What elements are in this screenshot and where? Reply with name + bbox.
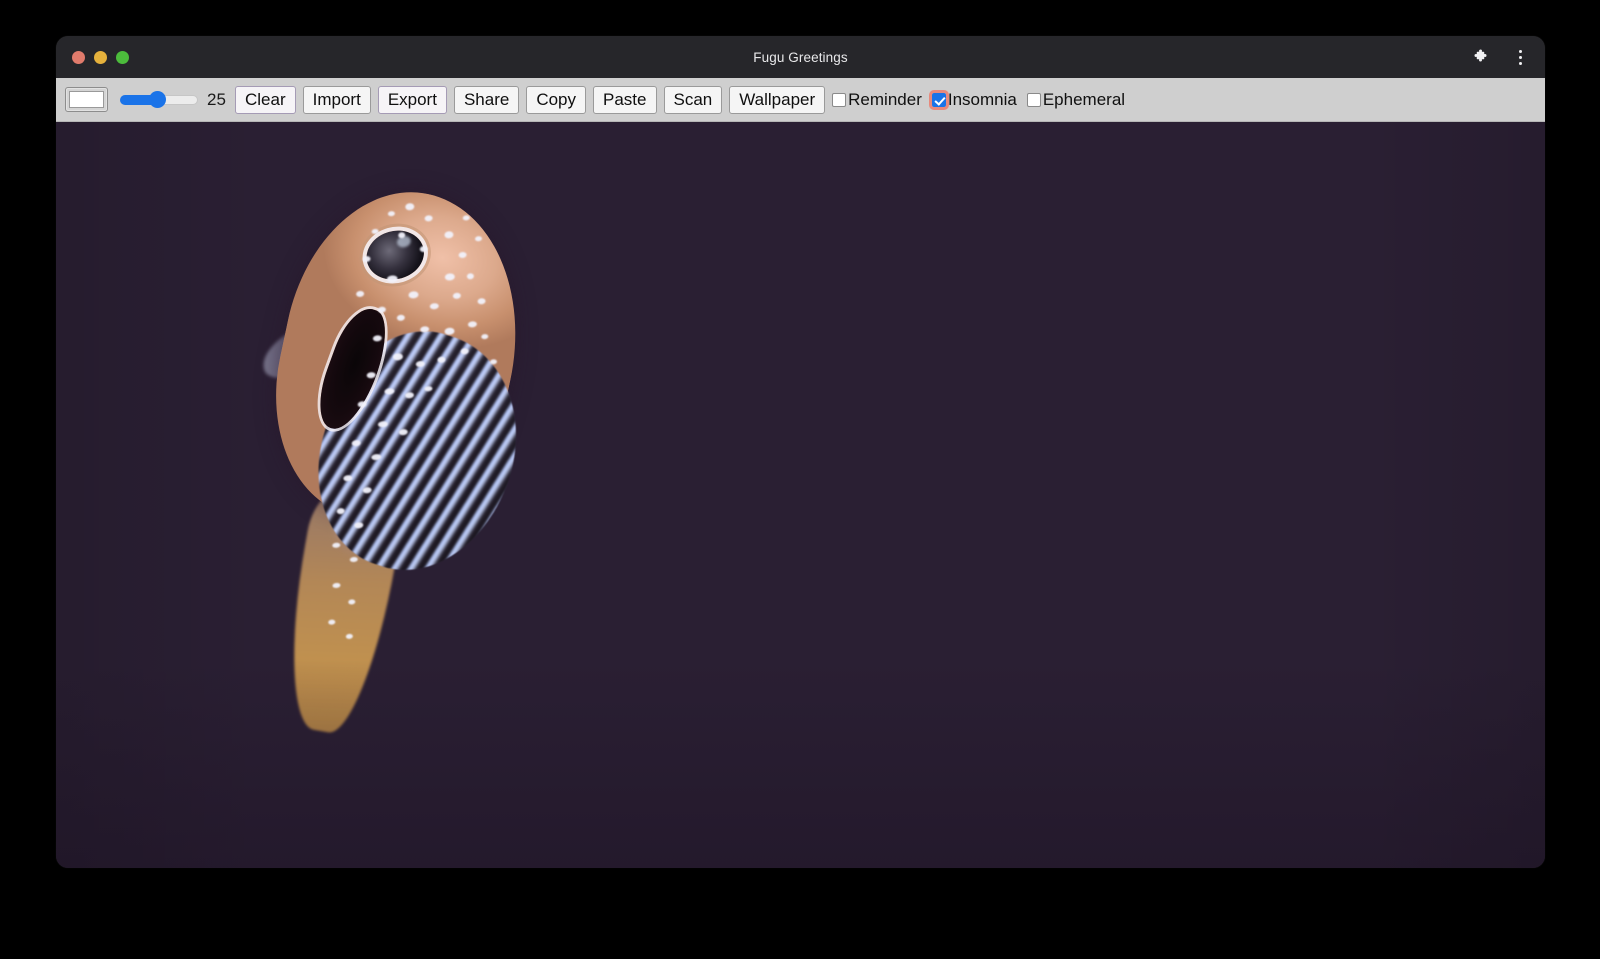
scan-button[interactable]: Scan [664, 86, 723, 114]
slider-thumb[interactable] [149, 91, 166, 108]
reminder-checkbox-box[interactable] [832, 93, 846, 107]
drawing-canvas[interactable] [56, 122, 1545, 868]
titlebar-actions [1471, 36, 1531, 78]
browser-window: Fugu Greetings [56, 36, 1545, 868]
color-picker[interactable] [65, 87, 108, 112]
toggle-group: Reminder Insomnia Ephemeral [832, 90, 1125, 110]
app-toolbar: 25 Clear Import Export Share Copy Paste … [56, 78, 1545, 122]
screenshot-root: Fugu Greetings [0, 0, 1600, 959]
close-button[interactable] [72, 51, 85, 64]
share-button[interactable]: Share [454, 86, 519, 114]
ephemeral-checkbox[interactable]: Ephemeral [1027, 90, 1125, 110]
clear-button[interactable]: Clear [235, 86, 296, 114]
ephemeral-checkbox-label: Ephemeral [1043, 90, 1125, 110]
reminder-checkbox[interactable]: Reminder [832, 90, 932, 110]
color-swatch [69, 91, 104, 108]
ephemeral-checkbox-box[interactable] [1027, 93, 1041, 107]
puzzle-piece-icon[interactable] [1471, 46, 1493, 68]
insomnia-checkbox[interactable]: Insomnia [932, 90, 1027, 110]
copy-button[interactable]: Copy [526, 86, 586, 114]
minimize-button[interactable] [94, 51, 107, 64]
reminder-checkbox-label: Reminder [848, 90, 922, 110]
wallpaper-button[interactable]: Wallpaper [729, 86, 825, 114]
traffic-light-group [72, 51, 129, 64]
import-button[interactable]: Import [303, 86, 371, 114]
kebab-menu-icon[interactable] [1509, 46, 1531, 68]
pen-size-slider[interactable] [120, 92, 198, 108]
insomnia-checkbox-label: Insomnia [948, 90, 1017, 110]
export-button[interactable]: Export [378, 86, 447, 114]
insomnia-checkbox-box[interactable] [932, 93, 946, 107]
window-title: Fugu Greetings [56, 50, 1545, 65]
window-titlebar: Fugu Greetings [56, 36, 1545, 78]
paste-button[interactable]: Paste [593, 86, 656, 114]
slider-value-label: 25 [207, 90, 229, 110]
canvas-vignette [56, 122, 1545, 868]
maximize-button[interactable] [116, 51, 129, 64]
